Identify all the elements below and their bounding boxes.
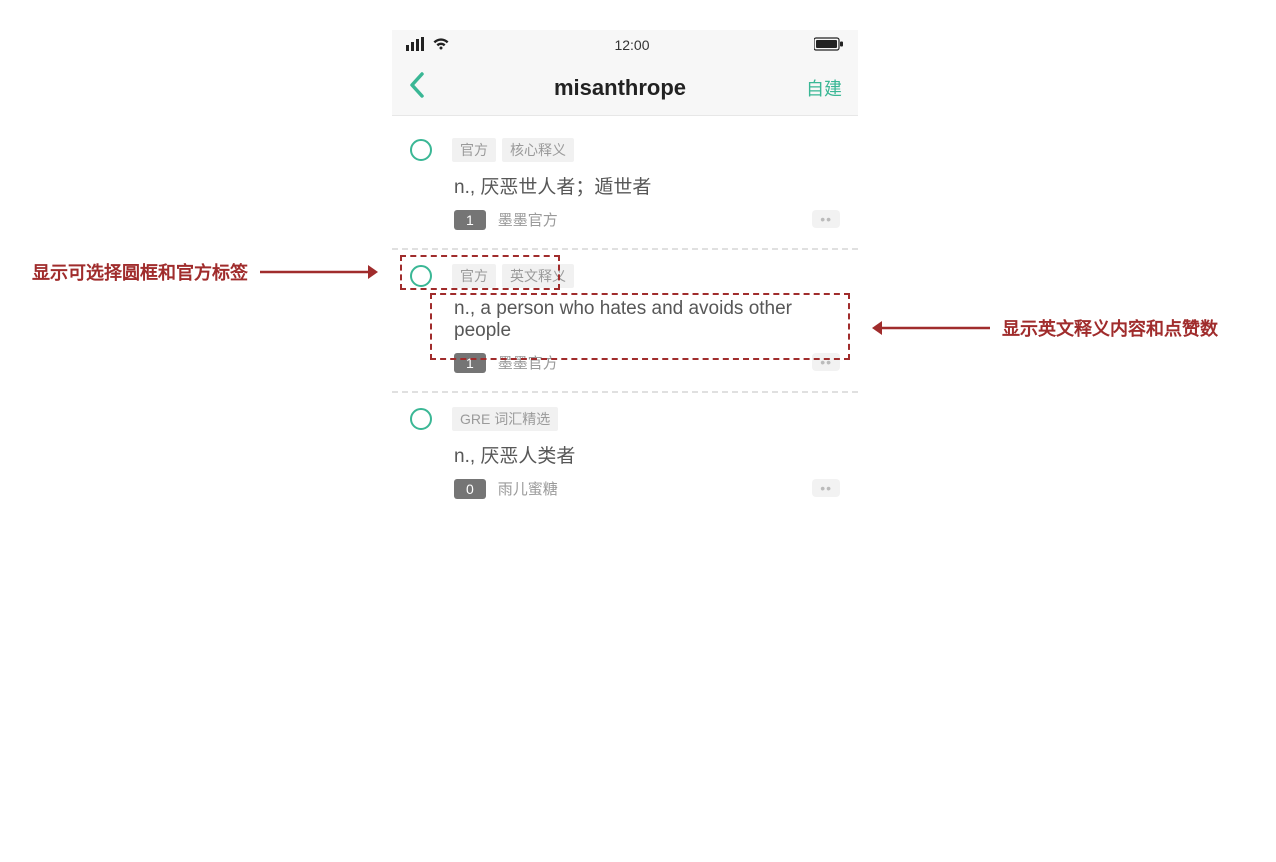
author-label: 墨墨官方 <box>498 209 558 230</box>
battery-icon <box>814 37 844 54</box>
like-count-badge[interactable]: 1 <box>454 210 486 230</box>
select-radio[interactable] <box>410 139 432 161</box>
status-left <box>406 37 450 54</box>
nav-bar: misanthrope 自建 <box>392 60 858 116</box>
annotation-left-text: 显示可选择圆框和官方标签 <box>32 259 248 285</box>
arrow-left-icon <box>870 319 990 337</box>
more-button[interactable]: •• <box>812 479 840 497</box>
nav-action-create[interactable]: 自建 <box>802 75 842 101</box>
more-button[interactable]: •• <box>812 353 840 371</box>
more-button[interactable]: •• <box>812 210 840 228</box>
wifi-icon <box>432 37 450 54</box>
annotation-right: 显示英文释义内容和点赞数 <box>870 315 1218 341</box>
definition-text: n., 厌恶人类者 <box>454 441 840 468</box>
content: 官方 核心释义 n., 厌恶世人者；遁世者 1 墨墨官方 •• 官方 英文释义 <box>392 116 858 511</box>
author-label: 墨墨官方 <box>498 352 558 373</box>
arrow-right-icon <box>260 263 380 281</box>
signal-icon <box>406 37 426 54</box>
nav-title: misanthrope <box>438 75 802 101</box>
definition-text: n., a person who hates and avoids other … <box>454 298 840 342</box>
author-label: 雨儿蜜糖 <box>498 478 558 499</box>
tag-official: 官方 <box>452 138 496 162</box>
status-bar: 12:00 <box>392 30 858 60</box>
tag-group: GRE 词汇精选 <box>452 407 558 431</box>
annotation-left: 显示可选择圆框和官方标签 <box>32 259 380 285</box>
select-radio[interactable] <box>410 408 432 430</box>
like-count-badge[interactable]: 0 <box>454 479 486 499</box>
status-right <box>814 37 844 54</box>
definition-text: n., 厌恶世人者；遁世者 <box>454 172 840 199</box>
tag-official: 官方 <box>452 264 496 288</box>
tag-group: 官方 英文释义 <box>452 264 574 288</box>
tag-core-def: 核心释义 <box>502 138 574 162</box>
definition-card: 官方 英文释义 n., a person who hates and avoid… <box>392 248 858 385</box>
tag-english-def: 英文释义 <box>502 264 574 288</box>
back-button[interactable] <box>408 71 438 104</box>
phone-frame: 12:00 misanthrope 自建 官方 核心释义 n., 厌恶世人者；遁… <box>392 30 858 511</box>
tag-gre: GRE 词汇精选 <box>452 407 558 431</box>
chevron-left-icon <box>408 71 426 99</box>
like-count-badge[interactable]: 1 <box>454 353 486 373</box>
definition-card: GRE 词汇精选 n., 厌恶人类者 0 雨儿蜜糖 •• <box>392 391 858 511</box>
status-time: 12:00 <box>614 37 649 53</box>
definition-card: 官方 核心释义 n., 厌恶世人者；遁世者 1 墨墨官方 •• <box>392 124 858 242</box>
annotation-right-text: 显示英文释义内容和点赞数 <box>1002 315 1218 341</box>
tag-group: 官方 核心释义 <box>452 138 574 162</box>
select-radio[interactable] <box>410 265 432 287</box>
